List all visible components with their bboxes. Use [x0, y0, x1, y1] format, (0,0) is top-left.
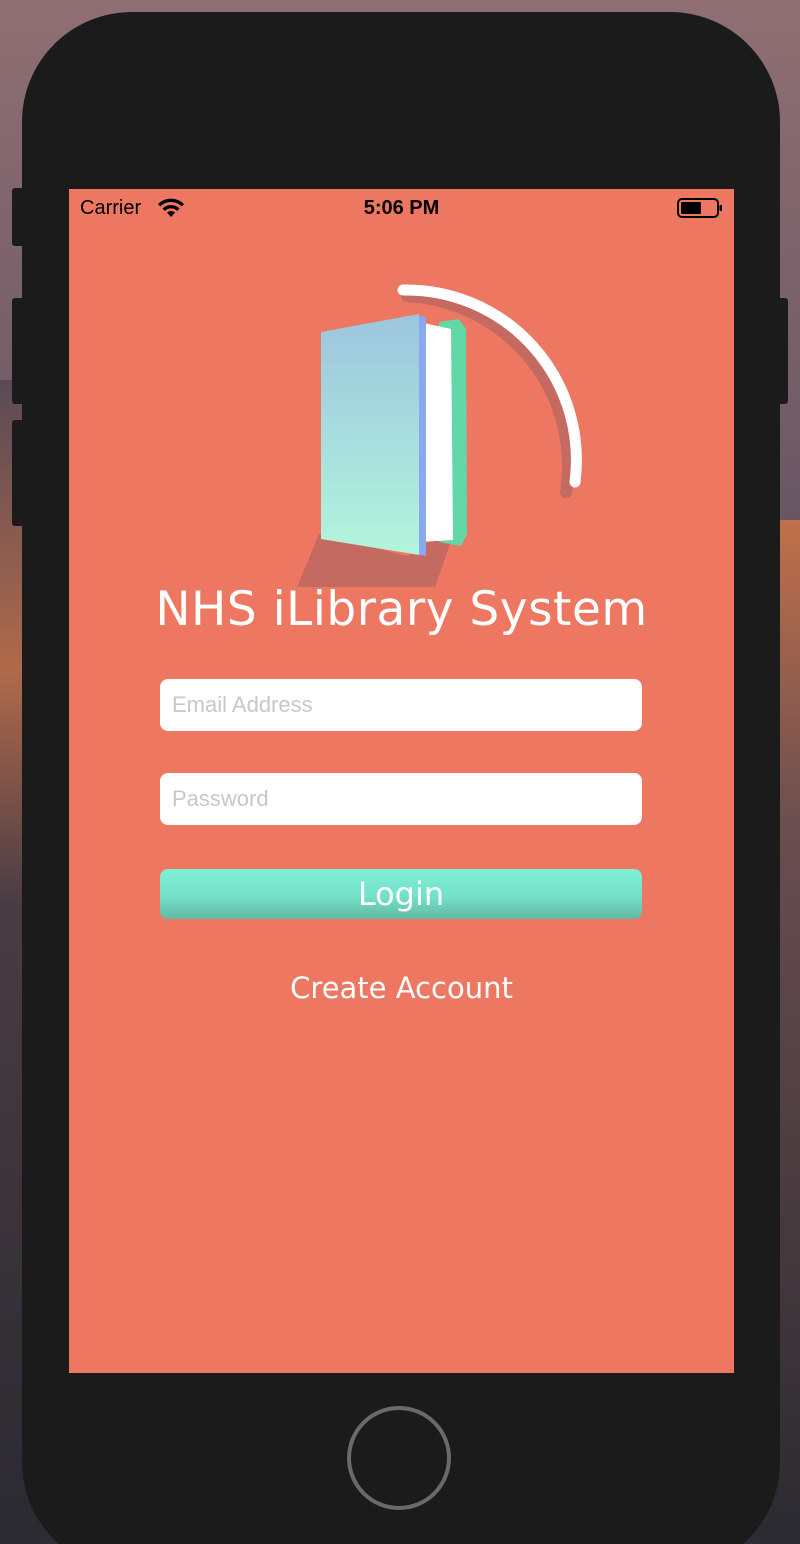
password-field[interactable]: [160, 773, 642, 825]
status-bar: Carrier 5:06 PM: [69, 189, 734, 227]
status-time: 5:06 PM: [363, 197, 440, 219]
app-title: NHS iLibrary System: [155, 582, 648, 637]
create-account-link[interactable]: Create Account: [69, 971, 734, 1005]
login-button[interactable]: Login: [160, 869, 642, 919]
battery-icon: [677, 198, 722, 218]
app-screen: Carrier 5:06 PM NHS iLibrary System Emai…: [69, 189, 734, 1373]
home-button-icon[interactable]: [347, 1406, 451, 1510]
book-logo-icon: [297, 284, 582, 587]
email-field[interactable]: [160, 679, 642, 731]
